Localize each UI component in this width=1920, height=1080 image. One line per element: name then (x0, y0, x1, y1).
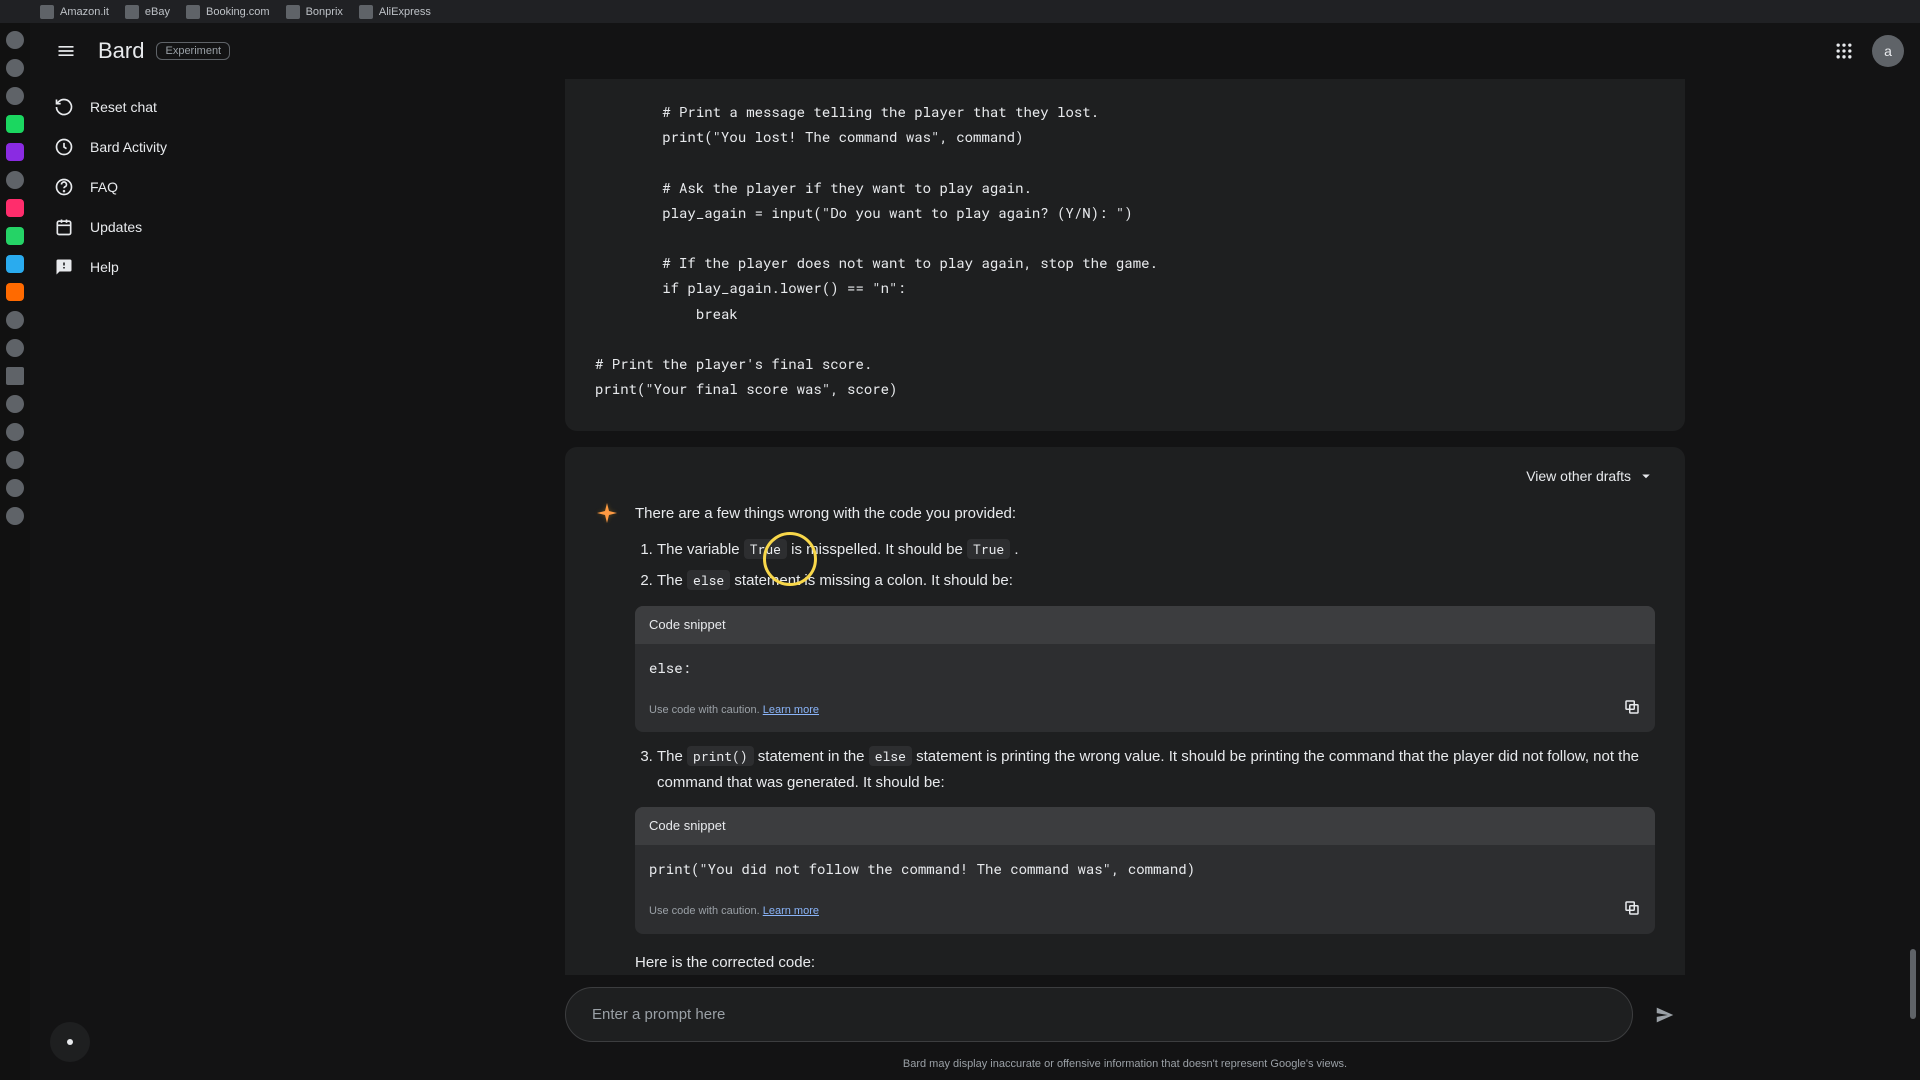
os-app-icon[interactable] (6, 87, 24, 105)
os-app-icon[interactable] (6, 59, 24, 77)
os-app-icon[interactable] (6, 143, 24, 161)
nav-label: FAQ (90, 179, 118, 195)
os-app-icon[interactable] (6, 199, 24, 217)
nav-help[interactable]: Help (38, 247, 322, 287)
favicon (286, 5, 300, 19)
input-bar: Enter a prompt here (525, 975, 1725, 1054)
chat-scroll[interactable]: # Print a message telling the player tha… (525, 79, 1725, 975)
left-nav: Reset chat Bard Activity FAQ Updates Hel… (30, 79, 330, 1080)
grid-icon (1834, 41, 1854, 61)
view-drafts-button[interactable]: View other drafts (595, 467, 1655, 485)
snippet-body: else: (635, 644, 1655, 692)
reset-icon (54, 97, 74, 117)
snippet-header: Code snippet (635, 606, 1655, 644)
favicon (125, 5, 139, 19)
bard-spark-icon (595, 501, 619, 525)
bookmark-amazon[interactable]: Amazon.it (40, 5, 109, 19)
help-icon (54, 177, 74, 197)
send-button[interactable] (1645, 995, 1685, 1035)
chevron-down-icon (1637, 467, 1655, 485)
learn-more-link[interactable]: Learn more (763, 905, 819, 917)
favicon (359, 5, 373, 19)
nav-label: Help (90, 259, 119, 275)
bookmark-bonprix[interactable]: Bonprix (286, 5, 343, 19)
nav-activity[interactable]: Bard Activity (38, 127, 322, 167)
apps-button[interactable] (1824, 31, 1864, 71)
nav-label: Reset chat (90, 99, 157, 115)
response-outro: Here is the corrected code: (635, 950, 1655, 975)
os-app-icon[interactable] (6, 507, 24, 525)
os-app-icon[interactable] (6, 311, 24, 329)
inline-code: else (869, 746, 912, 766)
copy-button[interactable] (1623, 899, 1641, 924)
bookmark-aliexpress[interactable]: AliExpress (359, 5, 431, 19)
os-sidebar (0, 23, 30, 1080)
os-app-icon[interactable] (6, 115, 24, 133)
bookmark-ebay[interactable]: eBay (125, 5, 170, 19)
nav-reset-chat[interactable]: Reset chat (38, 87, 322, 127)
snippet-body: print("You did not follow the command! T… (635, 845, 1655, 893)
prompt-input[interactable]: Enter a prompt here (565, 987, 1633, 1042)
os-app-icon[interactable] (6, 451, 24, 469)
favicon (40, 5, 54, 19)
view-drafts-label: View other drafts (1526, 468, 1631, 484)
app-frame: Bard Experiment a Reset chat Bard Activi… (30, 23, 1920, 1080)
nav-label: Bard Activity (90, 139, 167, 155)
browser-bookmarks-bar: Amazon.it eBay Booking.com Bonprix AliEx… (0, 0, 1920, 23)
disclaimer-text: Bard may display inaccurate or offensive… (903, 1054, 1347, 1080)
os-app-icon[interactable] (6, 423, 24, 441)
issue-item-2: The else statement is missing a colon. I… (657, 568, 1655, 594)
nav-label: Updates (90, 219, 142, 235)
inline-code: print() (687, 746, 754, 766)
caution-text: Use code with caution. Learn more (649, 902, 819, 921)
experiment-badge: Experiment (156, 42, 230, 60)
os-app-icon[interactable] (6, 479, 24, 497)
scrollbar-thumb[interactable] (1910, 949, 1916, 1019)
nav-faq[interactable]: FAQ (38, 167, 322, 207)
response-intro: There are a few things wrong with the co… (635, 501, 1655, 527)
user-avatar[interactable]: a (1872, 35, 1904, 67)
brand-title: Bard (98, 38, 144, 64)
menu-button[interactable] (46, 31, 86, 71)
user-code-block: # Print a message telling the player tha… (565, 79, 1685, 431)
os-app-icon[interactable] (6, 31, 24, 49)
feedback-icon (54, 257, 74, 277)
os-app-icon[interactable] (6, 171, 24, 189)
code-snippet-2: Code snippet print("You did not follow t… (635, 807, 1655, 934)
os-app-icon[interactable] (6, 339, 24, 357)
favicon (186, 5, 200, 19)
os-app-icon[interactable] (6, 227, 24, 245)
theme-toggle-button[interactable] (50, 1022, 90, 1062)
response-card: View other drafts There are a few things… (565, 447, 1685, 975)
inline-code: else (687, 570, 730, 590)
issue-item-1: The variable True is misspelled. It shou… (657, 537, 1655, 563)
send-icon (1654, 1004, 1676, 1026)
sun-icon (61, 1033, 79, 1051)
history-icon (54, 137, 74, 157)
nav-updates[interactable]: Updates (38, 207, 322, 247)
learn-more-link[interactable]: Learn more (763, 704, 819, 716)
header: Bard Experiment a (30, 23, 1920, 79)
os-app-icon[interactable] (6, 395, 24, 413)
os-app-icon[interactable] (6, 255, 24, 273)
calendar-icon (54, 217, 74, 237)
copy-button[interactable] (1623, 698, 1641, 723)
inline-code: True (967, 539, 1010, 559)
issue-item-3: The print() statement in the else statem… (657, 744, 1655, 795)
os-app-icon[interactable] (6, 283, 24, 301)
code-snippet-1: Code snippet else: Use code with caution… (635, 606, 1655, 733)
os-app-icon[interactable] (6, 367, 24, 385)
bookmark-booking[interactable]: Booking.com (186, 5, 270, 19)
hamburger-icon (56, 41, 76, 61)
caution-text: Use code with caution. Learn more (649, 701, 819, 720)
response-body: There are a few things wrong with the co… (635, 501, 1655, 975)
main-content: # Print a message telling the player tha… (330, 79, 1920, 1080)
inline-code: True (744, 539, 787, 559)
snippet-header: Code snippet (635, 807, 1655, 845)
